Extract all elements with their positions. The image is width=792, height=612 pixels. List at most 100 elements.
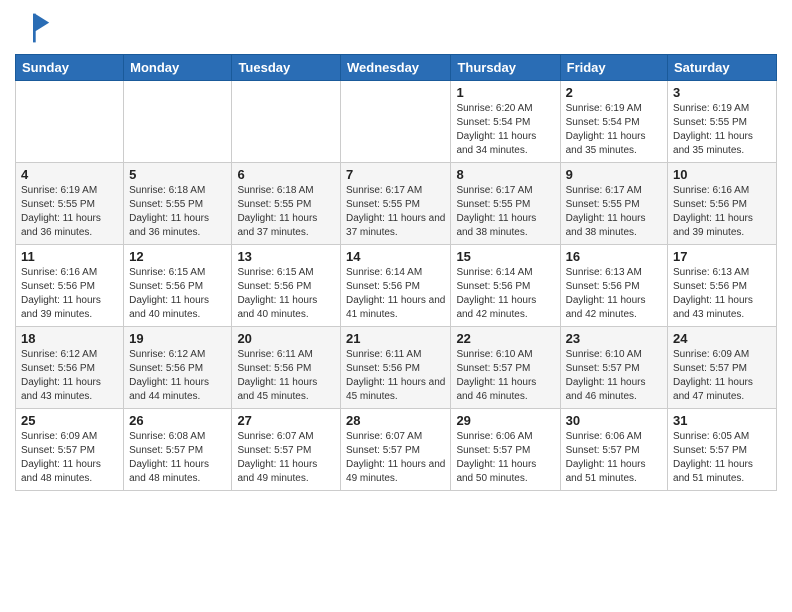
calendar-cell: 24 Sunrise: 6:09 AMSunset: 5:57 PMDayligh…	[668, 327, 777, 409]
day-number: 20	[237, 331, 335, 346]
day-info: Sunrise: 6:18 AMSunset: 5:55 PMDaylight:…	[129, 184, 226, 240]
day-number: 18	[21, 331, 118, 346]
day-info: Sunrise: 6:10 AMSunset: 5:57 PMDaylight:…	[566, 348, 662, 404]
calendar-cell: 19 Sunrise: 6:12 AMSunset: 5:56 PMDayligh…	[124, 327, 232, 409]
day-number: 5	[129, 167, 226, 182]
day-number: 23	[566, 331, 662, 346]
calendar-cell: 4Sunrise: 6:19 AMSunset: 5:55 PMDaylight…	[16, 163, 124, 245]
weekday-header-monday: Monday	[124, 55, 232, 81]
calendar-cell: 6Sunrise: 6:18 AMSunset: 5:55 PMDaylight…	[232, 163, 341, 245]
day-info: Sunrise: 6:11 AMSunset: 5:56 PMDaylight:…	[346, 348, 445, 404]
calendar-cell	[341, 81, 451, 163]
day-number: 1	[456, 85, 554, 100]
calendar-cell: 11 Sunrise: 6:16 AMSunset: 5:56 PMDayligh…	[16, 245, 124, 327]
calendar-week-row: 1Sunrise: 6:20 AMSunset: 5:54 PMDaylight…	[16, 81, 777, 163]
calendar-cell: 7 Sunrise: 6:17 AMSunset: 5:55 PMDaylight…	[341, 163, 451, 245]
weekday-header-sunday: Sunday	[16, 55, 124, 81]
day-number: 22	[456, 331, 554, 346]
day-info: Sunrise: 6:08 AMSunset: 5:57 PMDaylight:…	[129, 430, 226, 486]
calendar-cell: 23 Sunrise: 6:10 AMSunset: 5:57 PMDayligh…	[560, 327, 667, 409]
day-info: Sunrise: 6:06 AMSunset: 5:57 PMDaylight:…	[566, 430, 662, 486]
day-info: Sunrise: 6:14 AMSunset: 5:56 PMDaylight:…	[456, 266, 554, 322]
day-number: 11	[21, 249, 118, 264]
calendar-week-row: 18 Sunrise: 6:12 AMSunset: 5:56 PMDayligh…	[16, 327, 777, 409]
day-info: Sunrise: 6:14 AMSunset: 5:56 PMDaylight:…	[346, 266, 445, 322]
day-info: Sunrise: 6:07 AMSunset: 5:57 PMDaylight:…	[346, 430, 445, 486]
day-number: 3	[673, 85, 771, 100]
calendar-cell: 22Sunrise: 6:10 AMSunset: 5:57 PMDayligh…	[451, 327, 560, 409]
weekday-header-saturday: Saturday	[668, 55, 777, 81]
weekday-header-thursday: Thursday	[451, 55, 560, 81]
day-info: Sunrise: 6:19 AMSunset: 5:55 PMDaylight:…	[21, 184, 118, 240]
calendar-week-row: 4Sunrise: 6:19 AMSunset: 5:55 PMDaylight…	[16, 163, 777, 245]
weekday-header-wednesday: Wednesday	[341, 55, 451, 81]
day-number: 25	[21, 413, 118, 428]
day-number: 29	[456, 413, 554, 428]
day-number: 2	[566, 85, 662, 100]
day-info: Sunrise: 6:16 AMSunset: 5:56 PMDaylight:…	[673, 184, 771, 240]
day-info: Sunrise: 6:18 AMSunset: 5:55 PMDaylight:…	[237, 184, 335, 240]
day-number: 16	[566, 249, 662, 264]
day-info: Sunrise: 6:17 AMSunset: 5:55 PMDaylight:…	[346, 184, 445, 240]
day-info: Sunrise: 6:12 AMSunset: 5:56 PMDaylight:…	[129, 348, 226, 404]
day-info: Sunrise: 6:09 AMSunset: 5:57 PMDaylight:…	[21, 430, 118, 486]
logo-icon	[15, 10, 51, 46]
calendar-week-row: 25 Sunrise: 6:09 AMSunset: 5:57 PMDayligh…	[16, 409, 777, 491]
calendar-cell: 5 Sunrise: 6:18 AMSunset: 5:55 PMDaylight…	[124, 163, 232, 245]
calendar-cell: 13 Sunrise: 6:15 AMSunset: 5:56 PMDayligh…	[232, 245, 341, 327]
calendar-cell	[232, 81, 341, 163]
day-info: Sunrise: 6:13 AMSunset: 5:56 PMDaylight:…	[673, 266, 771, 322]
logo	[15, 10, 55, 46]
calendar-cell: 17 Sunrise: 6:13 AMSunset: 5:56 PMDayligh…	[668, 245, 777, 327]
calendar-week-row: 11 Sunrise: 6:16 AMSunset: 5:56 PMDayligh…	[16, 245, 777, 327]
calendar-cell: 3Sunrise: 6:19 AMSunset: 5:55 PMDaylight…	[668, 81, 777, 163]
day-number: 17	[673, 249, 771, 264]
day-number: 27	[237, 413, 335, 428]
day-info: Sunrise: 6:09 AMSunset: 5:57 PMDaylight:…	[673, 348, 771, 404]
day-info: Sunrise: 6:16 AMSunset: 5:56 PMDaylight:…	[21, 266, 118, 322]
weekday-header-tuesday: Tuesday	[232, 55, 341, 81]
calendar-cell: 26 Sunrise: 6:08 AMSunset: 5:57 PMDayligh…	[124, 409, 232, 491]
day-info: Sunrise: 6:05 AMSunset: 5:57 PMDaylight:…	[673, 430, 771, 486]
day-number: 24	[673, 331, 771, 346]
calendar-cell: 27 Sunrise: 6:07 AMSunset: 5:57 PMDayligh…	[232, 409, 341, 491]
weekday-header-row: SundayMondayTuesdayWednesdayThursdayFrid…	[16, 55, 777, 81]
day-info: Sunrise: 6:17 AMSunset: 5:55 PMDaylight:…	[456, 184, 554, 240]
calendar-cell: 31Sunrise: 6:05 AMSunset: 5:57 PMDayligh…	[668, 409, 777, 491]
calendar-cell: 15Sunrise: 6:14 AMSunset: 5:56 PMDayligh…	[451, 245, 560, 327]
day-info: Sunrise: 6:15 AMSunset: 5:56 PMDaylight:…	[237, 266, 335, 322]
calendar-cell: 30Sunrise: 6:06 AMSunset: 5:57 PMDayligh…	[560, 409, 667, 491]
calendar-cell: 2 Sunrise: 6:19 AMSunset: 5:54 PMDaylight…	[560, 81, 667, 163]
calendar-cell: 9Sunrise: 6:17 AMSunset: 5:55 PMDaylight…	[560, 163, 667, 245]
day-info: Sunrise: 6:06 AMSunset: 5:57 PMDaylight:…	[456, 430, 554, 486]
calendar-table: SundayMondayTuesdayWednesdayThursdayFrid…	[15, 54, 777, 491]
day-number: 26	[129, 413, 226, 428]
calendar-cell: 8 Sunrise: 6:17 AMSunset: 5:55 PMDaylight…	[451, 163, 560, 245]
day-info: Sunrise: 6:12 AMSunset: 5:56 PMDaylight:…	[21, 348, 118, 404]
day-number: 12	[129, 249, 226, 264]
day-number: 28	[346, 413, 445, 428]
day-number: 8	[456, 167, 554, 182]
day-number: 19	[129, 331, 226, 346]
calendar-cell: 21 Sunrise: 6:11 AMSunset: 5:56 PMDayligh…	[341, 327, 451, 409]
weekday-header-friday: Friday	[560, 55, 667, 81]
calendar-cell: 12 Sunrise: 6:15 AMSunset: 5:56 PMDayligh…	[124, 245, 232, 327]
day-number: 13	[237, 249, 335, 264]
day-info: Sunrise: 6:13 AMSunset: 5:56 PMDaylight:…	[566, 266, 662, 322]
day-info: Sunrise: 6:17 AMSunset: 5:55 PMDaylight:…	[566, 184, 662, 240]
calendar-cell: 28 Sunrise: 6:07 AMSunset: 5:57 PMDayligh…	[341, 409, 451, 491]
calendar-cell: 10 Sunrise: 6:16 AMSunset: 5:56 PMDayligh…	[668, 163, 777, 245]
calendar-cell: 18 Sunrise: 6:12 AMSunset: 5:56 PMDayligh…	[16, 327, 124, 409]
day-info: Sunrise: 6:15 AMSunset: 5:56 PMDaylight:…	[129, 266, 226, 322]
day-number: 10	[673, 167, 771, 182]
calendar-cell: 1Sunrise: 6:20 AMSunset: 5:54 PMDaylight…	[451, 81, 560, 163]
day-number: 7	[346, 167, 445, 182]
calendar-cell: 29 Sunrise: 6:06 AMSunset: 5:57 PMDayligh…	[451, 409, 560, 491]
day-info: Sunrise: 6:07 AMSunset: 5:57 PMDaylight:…	[237, 430, 335, 486]
calendar-cell: 20Sunrise: 6:11 AMSunset: 5:56 PMDayligh…	[232, 327, 341, 409]
header	[15, 10, 777, 46]
day-info: Sunrise: 6:19 AMSunset: 5:54 PMDaylight:…	[566, 102, 662, 158]
calendar-cell	[124, 81, 232, 163]
day-number: 21	[346, 331, 445, 346]
calendar-cell: 25 Sunrise: 6:09 AMSunset: 5:57 PMDayligh…	[16, 409, 124, 491]
